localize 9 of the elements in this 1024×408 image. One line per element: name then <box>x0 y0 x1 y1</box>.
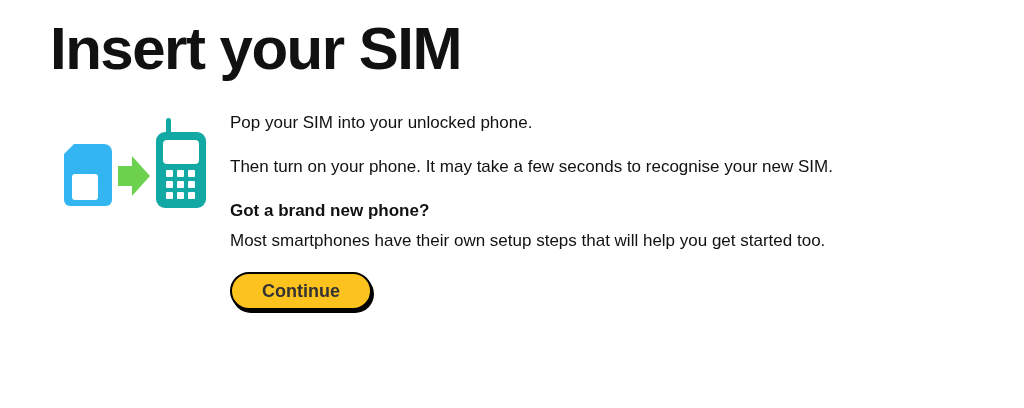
sim-card-icon <box>64 144 112 206</box>
page-title: Insert your SIM <box>50 14 461 84</box>
paragraph: Pop your SIM into your unlocked phone. <box>230 112 533 134</box>
arrow-icon <box>118 156 150 196</box>
continue-button[interactable]: Continue <box>230 272 372 310</box>
phone-icon <box>156 118 206 208</box>
note-heading: Got a brand new phone? <box>230 200 430 222</box>
note-text: Most smartphones have their own setup steps that will help you get started too. <box>230 230 826 252</box>
paragraph: Then turn on your phone. It may take a few seconds to recognise your new SIM. <box>230 156 833 178</box>
